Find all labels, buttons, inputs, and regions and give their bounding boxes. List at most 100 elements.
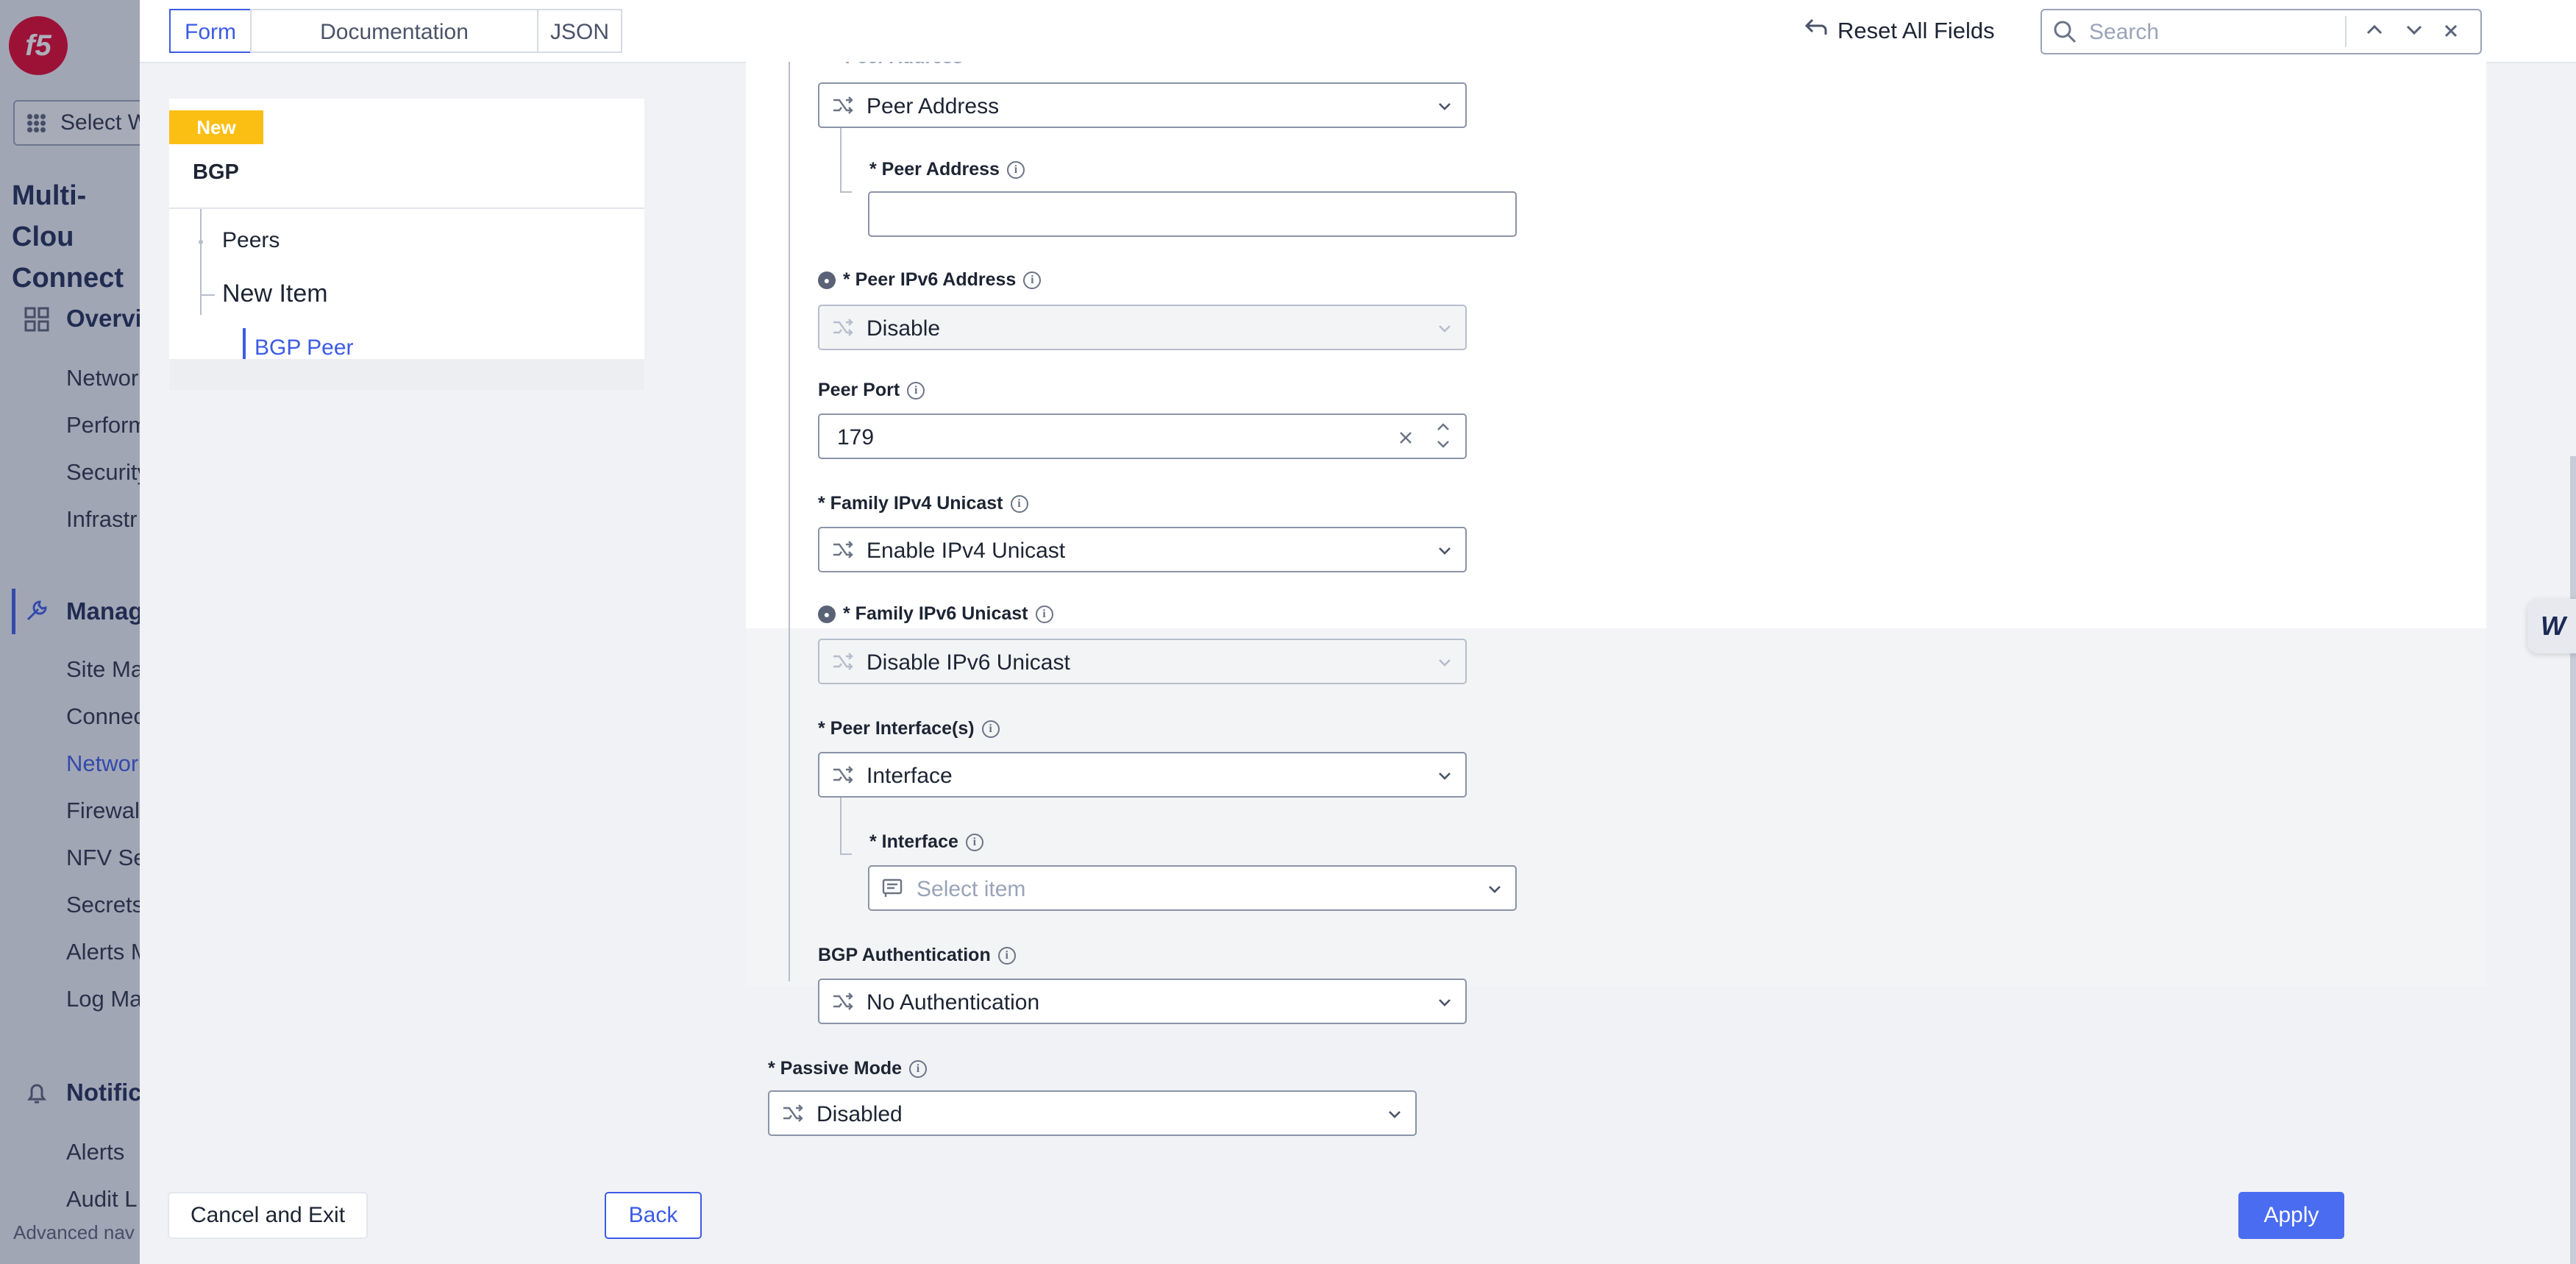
tree-item-peers[interactable]: Peers — [222, 228, 280, 253]
chevron-down-icon — [1439, 999, 1451, 1006]
info-icon[interactable]: i — [909, 1059, 928, 1078]
scrollbar[interactable] — [2570, 456, 2576, 1264]
tab-json[interactable]: JSON — [537, 9, 622, 53]
tree-footer — [169, 359, 644, 390]
peer-ipv6-label: ● * Peer IPv6 Address i — [818, 269, 1042, 291]
choice-switch-icon — [833, 766, 853, 784]
interface-label: * Interface i — [869, 831, 983, 853]
interface-select[interactable]: Select item — [868, 865, 1517, 911]
tree-item-bgp-peer[interactable]: BGP Peer — [255, 335, 354, 361]
chevron-down-icon — [1439, 547, 1451, 555]
select-value: Disable — [867, 316, 941, 341]
list-item-icon — [882, 878, 903, 897]
choice-switch-icon — [833, 541, 853, 558]
undo-arrow-icon — [1804, 17, 1829, 46]
stepper-down-icon[interactable] — [1434, 437, 1452, 452]
chevron-down-icon — [1389, 1111, 1401, 1118]
family-ipv6-select[interactable]: Disable IPv6 Unicast — [818, 639, 1467, 684]
choice-switch-icon — [833, 319, 853, 336]
info-icon[interactable]: i — [1035, 605, 1053, 623]
new-badge: New — [169, 110, 263, 144]
search-icon — [2054, 21, 2077, 43]
tree-connector — [789, 62, 790, 981]
chevron-down-icon — [2406, 25, 2422, 35]
search-box — [2040, 9, 2482, 54]
tree-connector — [840, 191, 852, 193]
family-ipv6-label: ● * Family IPv6 Unicast i — [818, 603, 1053, 625]
select-placeholder: Select item — [917, 877, 1026, 901]
chevron-down-icon — [1489, 886, 1501, 893]
peer-address-label: * Peer Address i — [869, 159, 1025, 180]
peer-port-input[interactable]: 179 — [818, 413, 1467, 459]
modal-overlay — [0, 0, 140, 1264]
panel-toolbar: Form Documentation JSON Reset All Fields — [140, 0, 2576, 63]
peer-address-input[interactable] — [868, 191, 1517, 237]
family-ipv4-select[interactable]: Enable IPv4 Unicast — [818, 527, 1467, 572]
bgp-authentication-select[interactable]: No Authentication — [818, 979, 1467, 1024]
select-value: Disabled — [816, 1102, 903, 1126]
info-icon[interactable]: i — [965, 833, 983, 851]
tree-item-new-item[interactable]: New Item — [222, 280, 328, 308]
tab-documentation[interactable]: Documentation — [250, 9, 538, 53]
choice-switch-icon — [783, 1104, 803, 1122]
info-icon[interactable]: i — [981, 720, 1000, 738]
select-value: Enable IPv4 Unicast — [867, 539, 1066, 563]
select-value: Interface — [867, 764, 953, 788]
tab-form[interactable]: Form — [169, 9, 252, 53]
info-icon[interactable]: i — [997, 946, 1016, 965]
apply-button[interactable]: Apply — [2238, 1192, 2344, 1239]
family-ipv4-label: * Family IPv4 Unicast i — [818, 493, 1028, 514]
info-icon[interactable]: i — [907, 381, 925, 400]
search-next-button[interactable] — [2399, 18, 2429, 47]
choice-switch-icon — [833, 993, 853, 1010]
tree-dot — [199, 240, 203, 244]
clear-icon[interactable] — [1398, 430, 1414, 446]
chevron-down-icon — [1439, 103, 1451, 110]
search-input[interactable] — [2088, 16, 2370, 49]
peer-interfaces-select[interactable]: Interface — [818, 752, 1467, 798]
chevron-down-icon — [1439, 325, 1451, 333]
passive-mode-label: * Passive Mode i — [768, 1058, 928, 1079]
peer-address-choice-label: * Peer Address — [833, 62, 963, 68]
bgp-form-panel: Form Documentation JSON Reset All Fields — [140, 0, 2576, 1264]
passive-mode-select[interactable]: Disabled — [768, 1090, 1417, 1136]
chevron-down-icon — [1439, 773, 1451, 780]
peer-interfaces-label: * Peer Interface(s) i — [818, 718, 1000, 739]
close-icon — [2444, 24, 2458, 38]
tree-connector — [200, 209, 202, 315]
search-divider — [2345, 16, 2346, 47]
form-body: * Peer Address Peer Address * Peer Addre… — [746, 62, 2486, 1168]
reset-label: Reset All Fields — [1837, 18, 1995, 43]
search-prev-button[interactable] — [2360, 18, 2389, 47]
chevron-down-icon — [1439, 659, 1451, 667]
bgp-authentication-label: BGP Authentication i — [818, 945, 1016, 966]
tree-root-bgp[interactable]: BGP — [193, 160, 239, 185]
select-value: No Authentication — [867, 990, 1040, 1015]
search-clear-button[interactable] — [2436, 18, 2466, 47]
peer-port-label: Peer Port i — [818, 380, 925, 401]
tree-divider — [169, 207, 644, 209]
peer-address-choice-select[interactable]: Peer Address — [818, 82, 1467, 128]
tree-active-indicator — [243, 328, 246, 359]
info-icon[interactable]: i — [1010, 494, 1028, 513]
info-icon[interactable]: i — [1006, 160, 1025, 179]
tree-connector — [202, 294, 215, 296]
back-button[interactable]: Back — [605, 1192, 702, 1239]
peer-port-value: 179 — [837, 425, 875, 450]
lock-icon: ● — [818, 605, 836, 623]
choice-switch-icon — [833, 96, 853, 114]
select-value: Disable IPv6 Unicast — [867, 650, 1070, 675]
peer-ipv6-select[interactable]: Disable — [818, 305, 1467, 350]
select-value: Peer Address — [867, 94, 1000, 118]
form-tree: New BGP Peers New Item BGP Peer — [169, 99, 644, 390]
walkme-widget-button[interactable]: W — [2527, 599, 2576, 653]
reset-all-fields-button[interactable]: Reset All Fields — [1804, 10, 1995, 52]
chevron-up-icon — [2366, 24, 2383, 35]
background-navigation: f5 Select W Multi-Clou Connect Overvi Ne… — [0, 0, 140, 1264]
lock-icon: ● — [818, 271, 836, 289]
choice-switch-icon — [833, 653, 853, 670]
stepper-up-icon[interactable] — [1434, 419, 1452, 434]
info-icon[interactable]: i — [1023, 271, 1042, 289]
cancel-and-exit-button[interactable]: Cancel and Exit — [168, 1192, 368, 1239]
tree-connector — [840, 853, 852, 855]
